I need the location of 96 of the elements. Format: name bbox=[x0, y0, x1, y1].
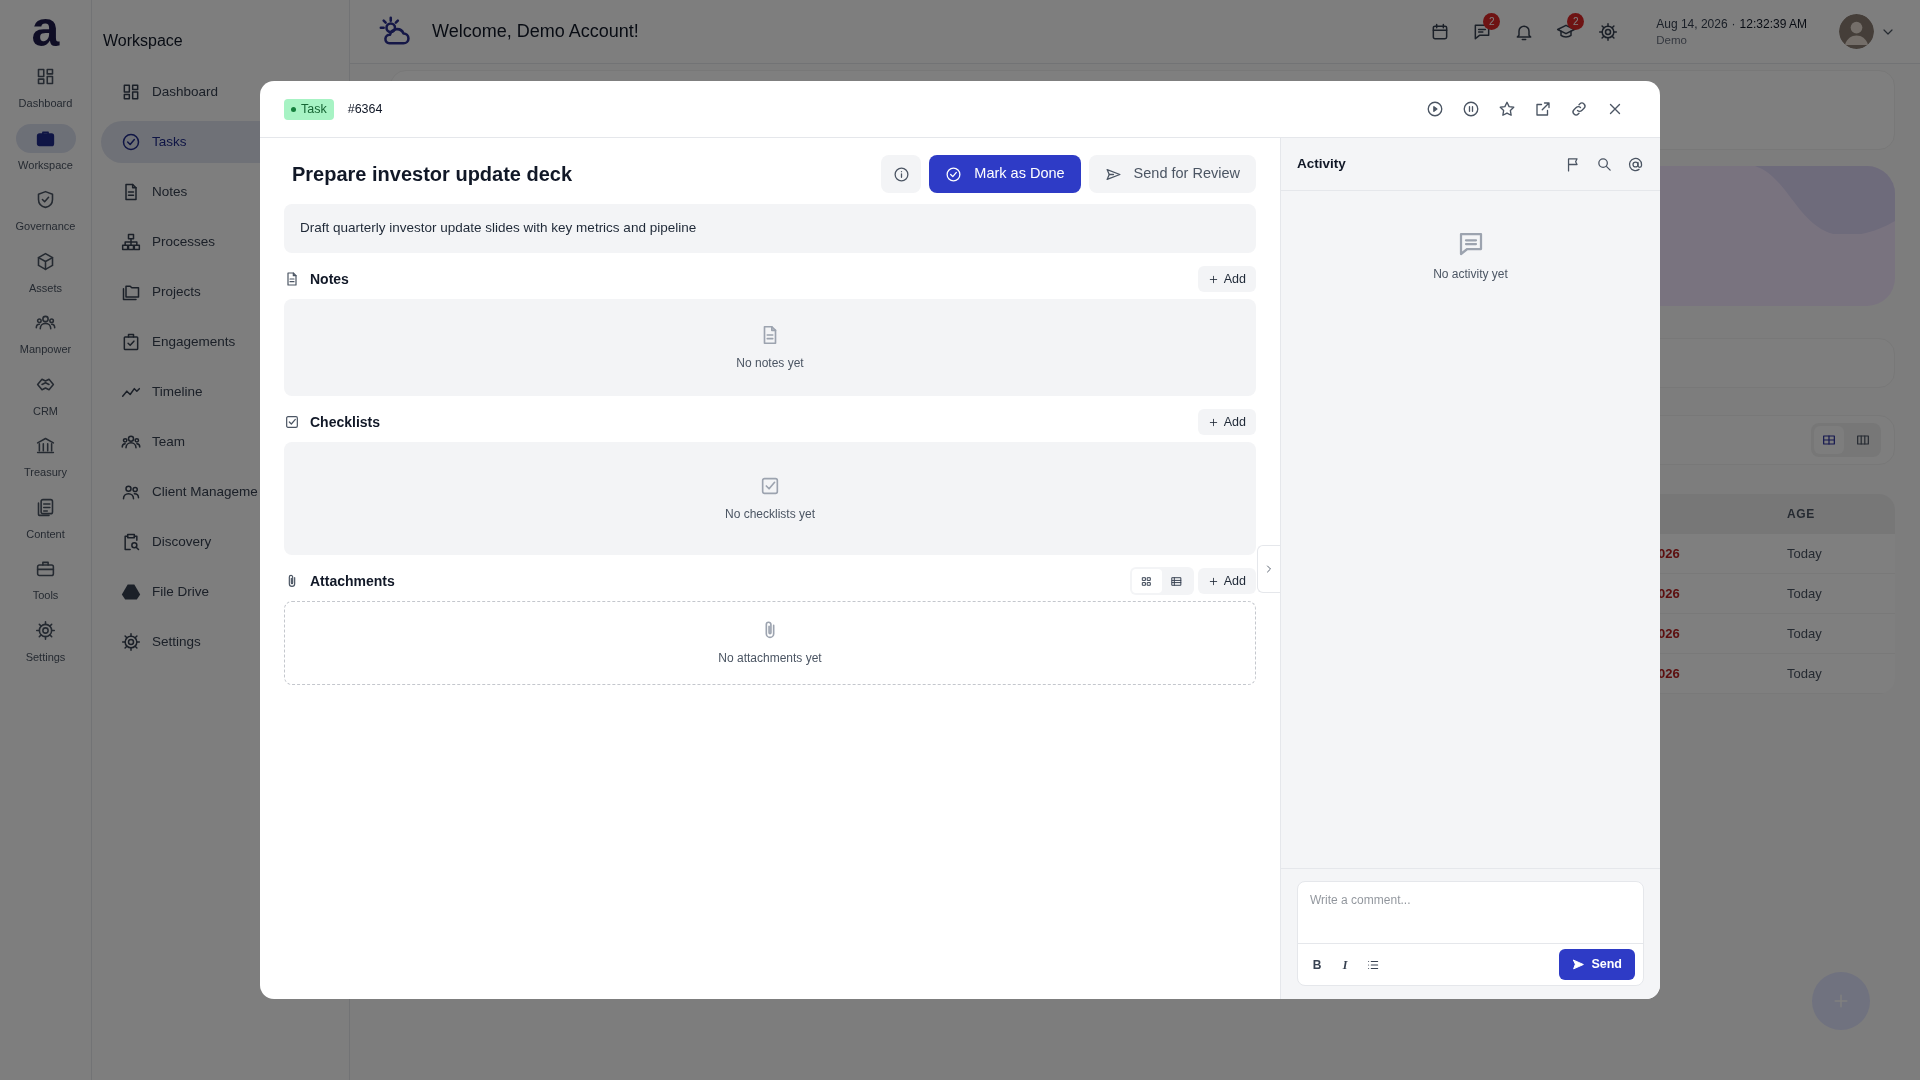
avatar-icon[interactable] bbox=[1839, 14, 1874, 49]
time-text: 12:32:39 AM bbox=[1739, 15, 1807, 32]
table-cell-text: Today bbox=[1787, 584, 1823, 603]
checkbox-icon bbox=[284, 414, 300, 430]
sidebar-item[interactable]: Notes bbox=[101, 171, 260, 213]
description-text: Draft quarterly investor update slides with key metrics and pipeline bbox=[284, 204, 1256, 253]
star-icon[interactable] bbox=[1498, 100, 1516, 118]
bank-icon bbox=[35, 435, 56, 456]
sidebar-title: Workspace bbox=[103, 31, 183, 51]
hierarchy-icon bbox=[121, 232, 141, 252]
clipboard-check-icon bbox=[121, 332, 141, 352]
play-icon[interactable] bbox=[1426, 100, 1444, 118]
task-title: Prepare investor update deck bbox=[291, 162, 573, 187]
task-id: #6364 bbox=[347, 100, 383, 118]
check-circle-icon bbox=[945, 165, 963, 183]
link-icon[interactable] bbox=[1570, 100, 1588, 118]
sidebar-item[interactable]: Team bbox=[101, 421, 260, 463]
rail-item[interactable]: Content bbox=[5, 492, 86, 542]
document-icon bbox=[284, 271, 300, 287]
mark-done-button[interactable]: Mark as Done bbox=[929, 155, 1081, 193]
sidebar-item[interactable]: Engagements bbox=[101, 321, 260, 363]
count-badge: 2 bbox=[1567, 12, 1585, 30]
rail-item[interactable]: Treasury bbox=[5, 431, 86, 481]
settings-icon bbox=[35, 619, 56, 641]
logo: a bbox=[31, 2, 60, 56]
empty-message: No attachments yet bbox=[718, 650, 822, 667]
documents-icon bbox=[35, 496, 56, 518]
pause-icon[interactable] bbox=[1462, 100, 1480, 118]
sidebar-item[interactable]: Dashboard bbox=[101, 71, 260, 113]
info-icon bbox=[892, 165, 910, 183]
plus-icon bbox=[1207, 416, 1219, 428]
table-icon bbox=[1821, 432, 1837, 448]
column-header: AGE bbox=[1787, 506, 1816, 523]
add-button[interactable]: Add bbox=[1197, 568, 1256, 594]
rail-item[interactable]: Settings bbox=[5, 615, 86, 665]
rail-item[interactable]: Manpower bbox=[5, 308, 86, 358]
separator-dot: · bbox=[1731, 15, 1736, 32]
empty-message: No notes yet bbox=[736, 354, 804, 372]
grid-icon bbox=[121, 82, 141, 102]
table-cell-text: Today bbox=[1787, 664, 1823, 683]
clipboard-search-icon bbox=[121, 532, 141, 552]
rail-item[interactable]: Workspace bbox=[5, 123, 86, 173]
sidebar-item[interactable]: Client Manageme bbox=[101, 471, 260, 513]
info-button[interactable] bbox=[881, 155, 922, 193]
welcome-title: Welcome, Demo Account! bbox=[432, 20, 639, 43]
send-icon bbox=[1572, 958, 1586, 971]
empty-message: No checklists yet bbox=[725, 505, 815, 523]
section-title: Attachments bbox=[310, 571, 395, 591]
bold-button[interactable]: B bbox=[1306, 953, 1328, 976]
section-title: Notes bbox=[310, 269, 349, 289]
external-link-icon[interactable] bbox=[1534, 100, 1552, 118]
add-button[interactable]: Add bbox=[1197, 266, 1256, 292]
sidebar-item[interactable]: Discovery bbox=[101, 521, 260, 563]
rail-item[interactable]: Assets bbox=[5, 246, 86, 296]
table-cell-text: Today bbox=[1787, 544, 1823, 563]
grid-view-button[interactable] bbox=[1131, 569, 1162, 593]
empty-message: No activity yet bbox=[1433, 266, 1508, 283]
sidebar-item[interactable]: Settings bbox=[101, 621, 260, 663]
settings-icon[interactable] bbox=[1598, 21, 1619, 42]
rail-item[interactable]: Dashboard bbox=[5, 62, 86, 112]
rail-item[interactable]: Governance bbox=[5, 185, 86, 235]
columns-icon bbox=[1855, 432, 1871, 448]
section-title: Checklists bbox=[310, 412, 381, 432]
sidebar-item[interactable]: Tasks bbox=[101, 121, 260, 163]
send-button[interactable]: Send bbox=[1559, 949, 1635, 980]
check-circle-icon bbox=[121, 132, 141, 152]
comment-box[interactable]: Write a comment... B I Send bbox=[1297, 881, 1644, 986]
sidebar-item[interactable]: Timeline bbox=[101, 371, 260, 413]
cube-icon bbox=[35, 250, 56, 272]
add-button[interactable]: Add bbox=[1197, 409, 1256, 435]
comment-field[interactable]: Write a comment... bbox=[1298, 882, 1643, 943]
folders-icon bbox=[121, 282, 141, 302]
count-badge: 2 bbox=[1483, 12, 1501, 30]
sidebar-item[interactable]: File Drive bbox=[101, 571, 260, 613]
plus-icon bbox=[1207, 273, 1219, 285]
grid-icon bbox=[1140, 574, 1154, 588]
user-name: Demo bbox=[1656, 32, 1688, 48]
rail-item[interactable]: Tools bbox=[5, 554, 86, 604]
search-icon[interactable] bbox=[1596, 155, 1613, 173]
task-badge: Task bbox=[284, 98, 334, 120]
settings-icon bbox=[121, 632, 141, 652]
date-text: Aug 14, 2026 bbox=[1656, 15, 1728, 32]
list-icon bbox=[1170, 574, 1184, 588]
sidebar-item[interactable]: Processes bbox=[101, 221, 260, 263]
rail-item[interactable]: CRM bbox=[5, 369, 86, 419]
shield-icon bbox=[35, 189, 56, 210]
activity-title: Activity bbox=[1297, 154, 1346, 173]
italic-button[interactable]: I bbox=[1334, 953, 1356, 976]
grid-icon bbox=[35, 66, 56, 87]
sidebar-item[interactable]: Projects bbox=[101, 271, 260, 313]
table-view-button[interactable] bbox=[1814, 426, 1844, 454]
plus-icon bbox=[1207, 575, 1219, 587]
at-sign-icon[interactable] bbox=[1627, 155, 1644, 173]
table-cell-text: Today bbox=[1787, 624, 1823, 643]
users-icon bbox=[121, 482, 141, 502]
send-review-button[interactable]: Send for Review bbox=[1088, 155, 1256, 193]
